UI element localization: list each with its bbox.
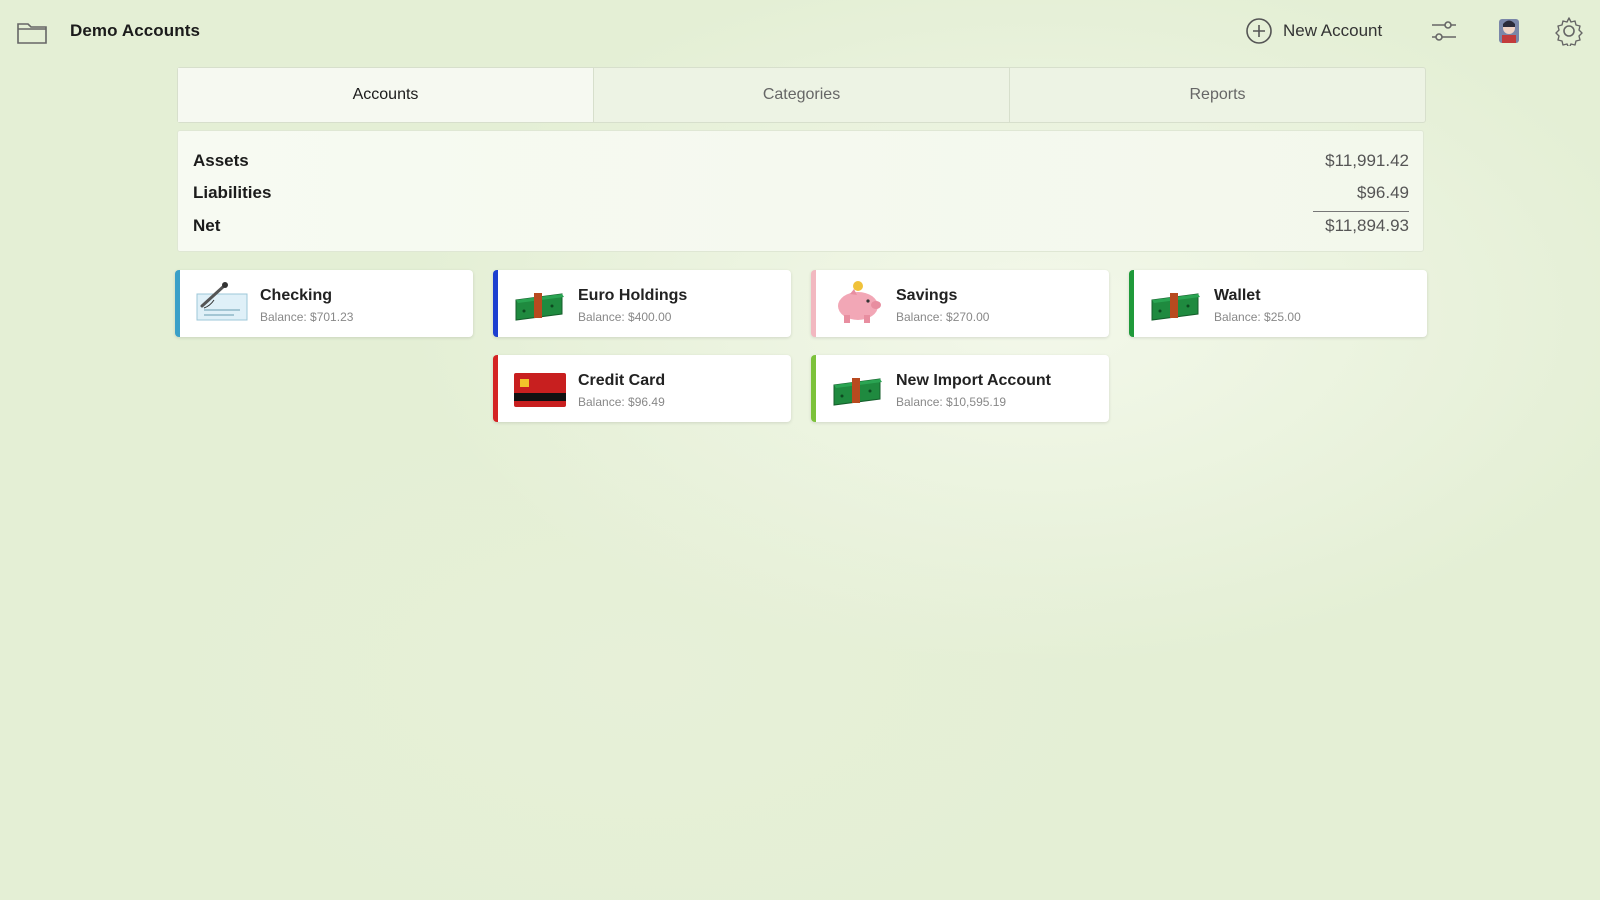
account-balance: Balance: $96.49 bbox=[578, 395, 665, 409]
account-name: Credit Card bbox=[578, 372, 666, 389]
account-balance: Balance: $25.00 bbox=[1214, 310, 1301, 324]
check-pen-icon bbox=[196, 282, 248, 321]
account-card-credit-card[interactable]: Credit Card Balance: $96.49 bbox=[493, 355, 791, 422]
summary-panel: Assets $11,991.42 Liabilities $96.49 Net… bbox=[177, 130, 1424, 252]
plus-circle-icon bbox=[1246, 18, 1272, 44]
account-balance: Balance: $400.00 bbox=[578, 310, 672, 324]
account-card-euro-holdings[interactable]: Euro Holdings Balance: $400.00 bbox=[493, 270, 791, 337]
credit-card-icon bbox=[514, 373, 566, 407]
account-card-wallet[interactable]: Wallet Balance: $25.00 bbox=[1129, 270, 1427, 337]
new-account-label: New Account bbox=[1283, 21, 1383, 40]
account-balance: Balance: $270.00 bbox=[896, 310, 990, 324]
net-label: Net bbox=[193, 216, 221, 235]
tab-reports[interactable]: Reports bbox=[1010, 68, 1425, 122]
account-balance: Balance: $701.23 bbox=[260, 310, 354, 324]
account-name: Checking bbox=[260, 287, 333, 304]
assets-value: $11,991.42 bbox=[1325, 151, 1409, 170]
account-card-savings[interactable]: Savings Balance: $270.00 bbox=[811, 270, 1109, 337]
account-name: New Import Account bbox=[896, 372, 1051, 389]
net-value: $11,894.93 bbox=[1325, 216, 1409, 235]
liabilities-value: $96.49 bbox=[1357, 183, 1409, 202]
gear-icon[interactable] bbox=[1554, 16, 1584, 46]
account-name: Savings bbox=[896, 287, 958, 304]
account-balance: Balance: $10,595.19 bbox=[896, 395, 1007, 409]
account-name: Wallet bbox=[1214, 287, 1261, 304]
net-divider bbox=[1313, 211, 1409, 212]
user-avatar-icon[interactable] bbox=[1494, 16, 1524, 46]
assets-label: Assets bbox=[193, 151, 249, 170]
account-name: Euro Holdings bbox=[578, 287, 688, 304]
app-title: Demo Accounts bbox=[70, 21, 201, 40]
cash-stack-icon bbox=[515, 293, 564, 321]
liabilities-label: Liabilities bbox=[193, 183, 272, 202]
cash-stack-icon bbox=[1151, 293, 1200, 321]
main-tabs: Accounts Categories Reports bbox=[177, 67, 1426, 123]
tab-categories[interactable]: Categories bbox=[594, 68, 1010, 122]
tab-accounts[interactable]: Accounts bbox=[178, 68, 594, 122]
folder-icon[interactable] bbox=[16, 18, 48, 46]
new-account-button[interactable]: New Account bbox=[1245, 16, 1382, 46]
account-card-checking[interactable]: Checking Balance: $701.23 bbox=[175, 270, 473, 337]
piggy-bank-icon bbox=[838, 281, 881, 323]
cash-stack-icon bbox=[833, 378, 882, 406]
filter-sliders-icon[interactable] bbox=[1429, 16, 1459, 46]
title-bar: Demo Accounts New Account bbox=[0, 0, 1600, 62]
account-card-new-import-account[interactable]: New Import Account Balance: $10,595.19 bbox=[811, 355, 1109, 422]
